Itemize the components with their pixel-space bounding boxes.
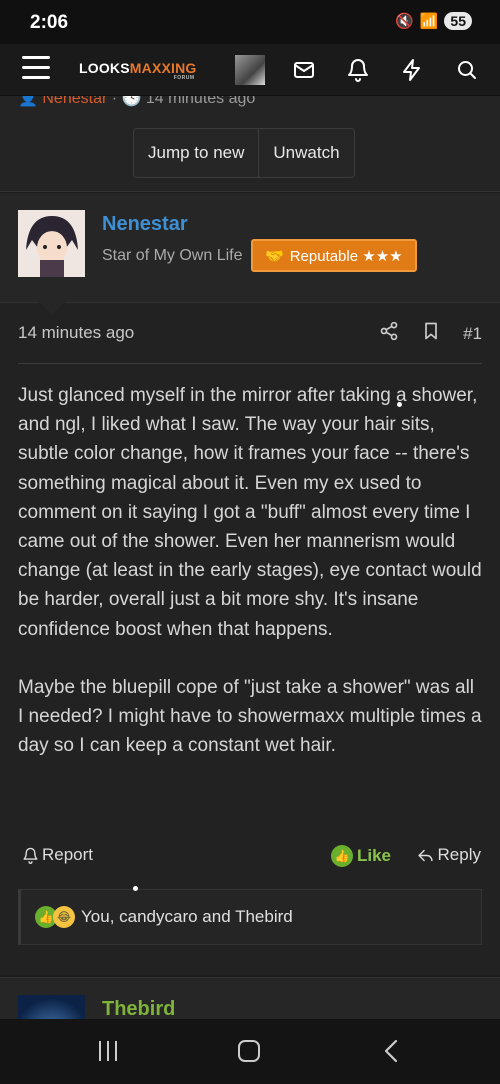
battery-indicator: 55 [444, 12, 472, 30]
reactions-text[interactable]: You, candycaro and Thebird [81, 907, 293, 927]
post-user-block: Nenestar Star of My Own Life 🤝 Reputable… [0, 193, 500, 303]
thumbs-up-icon: 👍 [331, 845, 353, 867]
reply-button[interactable]: Reply [417, 845, 481, 865]
post-body: Just glanced myself in the mirror after … [18, 381, 484, 760]
post: Nenestar Star of My Own Life 🤝 Reputable… [0, 193, 500, 975]
next-post: Thebird [0, 977, 500, 1019]
thread-meta: 👤 Nenestar · 🕓 14 minutes ago [18, 96, 255, 108]
back-icon[interactable] [382, 1039, 400, 1068]
clock-icon: 🕓 [121, 96, 142, 107]
inbox-icon[interactable] [292, 58, 318, 84]
bell-icon [23, 847, 38, 864]
jump-to-new-button[interactable]: Jump to new [134, 129, 259, 177]
post-tools: #1 [379, 321, 482, 346]
post-date[interactable]: 14 minutes ago [18, 323, 134, 343]
search-icon[interactable] [455, 58, 481, 84]
user-title: Star of My Own Life [102, 247, 243, 264]
top-navigation: LOOKSMAXXING FORUM [0, 44, 500, 96]
system-navigation-bar [0, 1019, 500, 1084]
next-post-avatar[interactable] [18, 995, 85, 1019]
report-button[interactable]: Report [22, 845, 93, 865]
post-paragraph: Maybe the bluepill cope of "just take a … [18, 676, 482, 757]
reputable-badge: 🤝 Reputable ★★★ [251, 239, 417, 272]
reply-icon [417, 849, 433, 861]
recents-icon[interactable] [99, 1041, 117, 1061]
thread-buttons: Jump to new Unwatch [133, 128, 355, 178]
like-button[interactable]: 👍 Like [331, 845, 391, 867]
post-username[interactable]: Nenestar [102, 213, 188, 236]
status-time: 2:06 [30, 12, 69, 33]
wifi-icon: 📶 [419, 13, 439, 30]
post-number[interactable]: #1 [463, 324, 482, 344]
mute-icon: 🔇 [395, 13, 414, 30]
avatar[interactable] [235, 55, 265, 85]
share-icon[interactable] [379, 321, 399, 346]
user-icon: 👤 [18, 96, 38, 107]
divider [18, 363, 482, 364]
laugh-reaction-icon: 😂 [53, 906, 75, 928]
bookmark-icon[interactable] [421, 321, 441, 346]
bolt-icon[interactable] [400, 58, 426, 84]
reactions-bar[interactable]: 👍 😂 You, candycaro and Thebird [18, 889, 482, 945]
bell-icon[interactable] [346, 58, 372, 84]
menu-icon[interactable] [22, 56, 50, 82]
site-logo[interactable]: LOOKSMAXXING FORUM [79, 60, 197, 81]
post-actions: Report 👍 Like Reply [0, 841, 500, 871]
handshake-icon: 🤝 [265, 247, 284, 265]
status-bar: 2:06 🔇 📶 55 [0, 0, 500, 44]
thread-meta-area: 👤 Nenestar · 🕓 14 minutes ago Jump to ne… [0, 96, 500, 192]
post-paragraph: Just glanced myself in the mirror after … [18, 385, 482, 640]
home-icon[interactable] [238, 1040, 260, 1062]
unwatch-button[interactable]: Unwatch [258, 129, 354, 177]
next-post-username[interactable]: Thebird [102, 998, 175, 1019]
post-avatar[interactable] [18, 210, 85, 277]
